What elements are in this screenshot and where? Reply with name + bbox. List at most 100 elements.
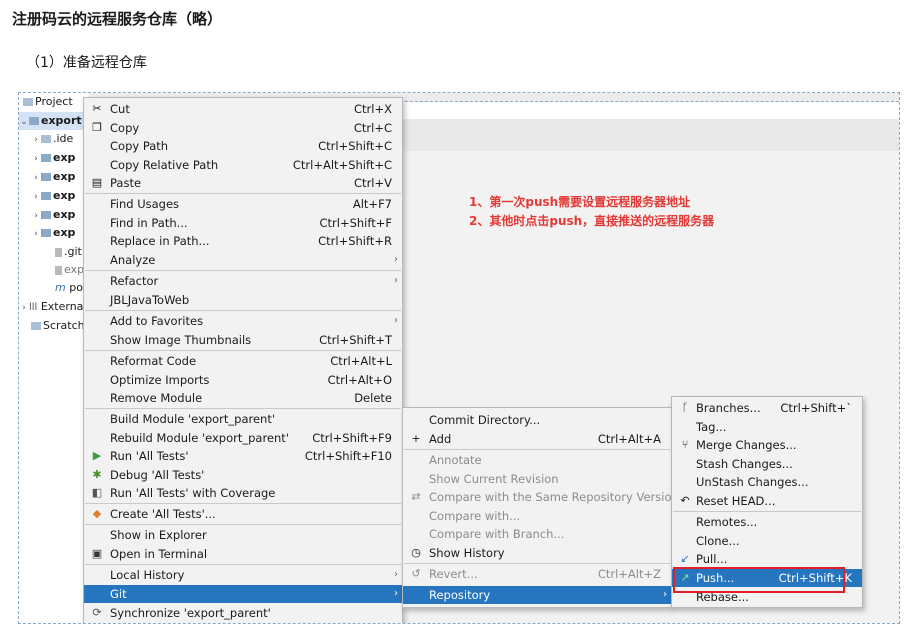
tree-label: exp <box>53 208 76 221</box>
tree-node[interactable]: › exp <box>31 149 75 167</box>
menu-item-replace-in-path[interactable]: Replace in Path... Ctrl+Shift+R <box>84 232 402 250</box>
project-tree: Project ⌄ export › .ide › exp › exp › exp › ex… <box>19 93 89 623</box>
menu-separator <box>85 270 401 271</box>
module-folder-icon <box>41 173 51 181</box>
menu-item-compare-with[interactable]: Compare with... <box>403 507 671 525</box>
menu-item-git[interactable]: Git › <box>84 585 402 603</box>
menu-item-show-in-explorer[interactable]: Show in Explorer <box>84 526 402 544</box>
tree-label: exp <box>53 189 76 202</box>
tree-label: exp <box>53 226 76 239</box>
menu-item-repository[interactable]: Repository › <box>403 586 671 604</box>
menu-item-pull[interactable]: ↙ Pull... <box>672 550 862 568</box>
menu-item-run-with-coverage[interactable]: ◧ Run 'All Tests' with Coverage <box>84 484 402 502</box>
tree-node[interactable]: › exp <box>31 224 75 242</box>
gitignore-file-icon <box>55 247 62 257</box>
collapsed-arrow-icon: › <box>22 303 26 313</box>
submenu-arrow-icon: › <box>394 588 398 599</box>
tree-node[interactable]: .git <box>55 243 82 261</box>
tree-node[interactable]: › exp <box>31 206 75 224</box>
menu-item-analyze[interactable]: Analyze › <box>84 251 402 269</box>
menu-item-add-to-favorites[interactable]: Add to Favorites › <box>84 312 402 330</box>
menu-item-merge-changes[interactable]: ⑂ Merge Changes... <box>672 436 862 454</box>
menu-separator <box>85 408 401 409</box>
menu-item-copy-relative-path[interactable]: Copy Relative Path Ctrl+Alt+Shift+C <box>84 156 402 174</box>
menu-item-local-history[interactable]: Local History › <box>84 566 402 584</box>
menu-item-create-all-tests[interactable]: ◆ Create 'All Tests'... <box>84 505 402 523</box>
tree-node[interactable]: exp <box>55 261 84 279</box>
tree-node-root[interactable]: ⌄ export <box>19 112 89 130</box>
context-menu: ✂ Cut Ctrl+X ❐ Copy Ctrl+C Copy Path Ctrl+Shi… <box>83 97 403 623</box>
menu-item-paste[interactable]: ▤ Paste Ctrl+V <box>84 174 402 192</box>
menu-item-revert[interactable]: ↺ Revert... Ctrl+Alt+Z <box>403 565 671 583</box>
menu-item-copy-path[interactable]: Copy Path Ctrl+Shift+C <box>84 137 402 155</box>
menu-item-tag[interactable]: Tag... <box>672 418 862 436</box>
annotation-first-push: 1、第一次push需要设置远程服务器地址 <box>469 195 691 209</box>
tree-label: .ide <box>53 132 74 145</box>
menu-separator <box>673 511 861 512</box>
menu-item-debug-all-tests[interactable]: ✱ Debug 'All Tests' <box>84 466 402 484</box>
expanded-arrow-icon: ⌄ <box>20 117 28 127</box>
menu-item-show-image-thumbnails[interactable]: Show Image Thumbnails Ctrl+Shift+T <box>84 331 402 349</box>
push-highlight-box <box>673 567 845 593</box>
run-icon: ▶ <box>92 449 102 462</box>
menu-separator <box>85 564 401 565</box>
terminal-icon: ▣ <box>91 547 103 560</box>
menu-item-refactor[interactable]: Refactor › <box>84 272 402 290</box>
doc-heading: 注册码云的远程服务仓库（略） <box>12 10 223 28</box>
copy-icon: ❐ <box>92 121 102 134</box>
menu-item-build-module[interactable]: Build Module 'export_parent' <box>84 410 402 428</box>
menu-item-copy[interactable]: ❐ Copy Ctrl+C <box>84 119 402 137</box>
menu-item-unstash-changes[interactable]: UnStash Changes... <box>672 473 862 491</box>
menu-separator <box>85 524 401 525</box>
branch-icon: ᚴ <box>681 401 689 414</box>
tree-node[interactable]: › .ide <box>31 130 73 148</box>
menu-item-remove-module[interactable]: Remove Module Delete <box>84 389 402 407</box>
menu-item-open-in-terminal[interactable]: ▣ Open in Terminal <box>84 545 402 563</box>
menu-item-commit-directory[interactable]: Commit Directory... <box>403 411 671 429</box>
menu-item-cut[interactable]: ✂ Cut Ctrl+X <box>84 100 402 118</box>
create-config-icon: ◆ <box>92 507 102 520</box>
menu-item-synchronize[interactable]: ⟳ Synchronize 'export_parent' <box>84 604 402 622</box>
menu-item-remotes[interactable]: Remotes... <box>672 513 862 531</box>
menu-separator <box>85 503 401 504</box>
merge-icon: ⑂ <box>681 438 689 451</box>
menu-separator <box>85 350 401 351</box>
menu-item-add[interactable]: + Add Ctrl+Alt+A <box>403 430 671 448</box>
tree-node[interactable]: Scratch <box>31 317 85 335</box>
tree-label: exp <box>53 151 76 164</box>
menu-item-optimize-imports[interactable]: Optimize Imports Ctrl+Alt+O <box>84 371 402 389</box>
menu-item-show-current-revision[interactable]: Show Current Revision <box>403 470 671 488</box>
reset-icon: ↶ <box>680 494 690 507</box>
ide-screenshot: Project ⌄ export › .ide › exp › exp › exp › ex… <box>18 92 900 624</box>
menu-item-branches[interactable]: ᚴ Branches... Ctrl+Shift+` <box>672 399 862 417</box>
collapsed-arrow-icon: › <box>34 229 38 239</box>
tree-node[interactable]: › exp <box>31 168 75 186</box>
menu-item-show-history[interactable]: ◷ Show History <box>403 544 671 562</box>
module-folder-icon <box>41 211 51 219</box>
menu-item-find-in-path[interactable]: Find in Path... Ctrl+Shift+F <box>84 214 402 232</box>
menu-item-reformat-code[interactable]: Reformat Code Ctrl+Alt+L <box>84 352 402 370</box>
compare-icon: ⇄ <box>411 490 421 503</box>
menu-item-rebuild-module[interactable]: Rebuild Module 'export_parent' Ctrl+Shift… <box>84 429 402 447</box>
menu-item-reset-head[interactable]: ↶ Reset HEAD... <box>672 492 862 510</box>
external-libraries-icon: lll <box>29 302 38 313</box>
menu-item-compare-same-repo-version[interactable]: ⇄ Compare with the Same Repository Versio… <box>403 488 678 506</box>
scissors-icon: ✂ <box>92 102 102 115</box>
tree-node[interactable]: › exp <box>31 187 75 205</box>
menu-item-annotate[interactable]: Annotate <box>403 451 671 469</box>
tree-label: Externa <box>40 300 84 313</box>
tree-label: exp <box>64 263 85 276</box>
menu-item-run-all-tests[interactable]: ▶ Run 'All Tests' Ctrl+Shift+F10 <box>84 447 402 465</box>
maven-pom-icon: m <box>55 281 66 294</box>
submenu-arrow-icon: › <box>394 569 398 580</box>
submenu-arrow-icon: › <box>663 589 667 600</box>
menu-item-stash-changes[interactable]: Stash Changes... <box>672 455 862 473</box>
tree-node[interactable]: › lll Externa <box>19 298 83 316</box>
project-tool-window-header[interactable]: Project <box>23 93 73 111</box>
menu-item-jbljavatoweb[interactable]: JBLJavaToWeb <box>84 291 402 309</box>
menu-separator <box>85 310 401 311</box>
menu-item-find-usages[interactable]: Find Usages Alt+F7 <box>84 195 402 213</box>
sync-icon: ⟳ <box>92 606 102 619</box>
menu-item-clone[interactable]: Clone... <box>672 532 862 550</box>
menu-item-compare-with-branch[interactable]: Compare with Branch... <box>403 525 671 543</box>
